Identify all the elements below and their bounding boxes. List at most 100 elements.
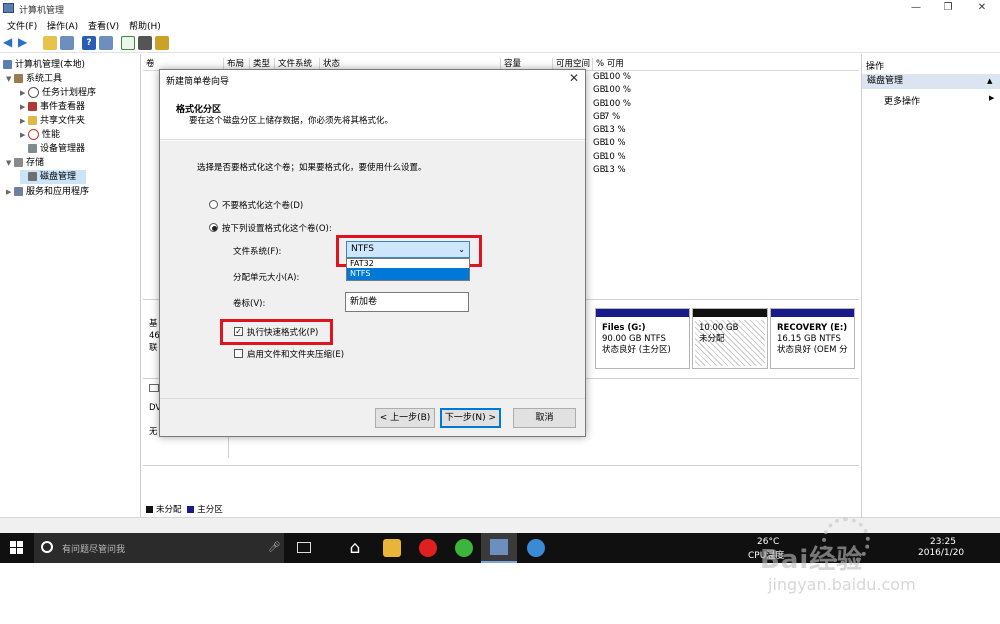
col-percent-free[interactable]: % 可用 xyxy=(593,58,859,71)
baidu-watermark: Bai经验 jingyan.baidu.com xyxy=(760,515,960,605)
filesystem-label: 文件系统(F): xyxy=(233,247,282,257)
filesystem-select[interactable]: NTFS ⌄ xyxy=(346,241,470,258)
tree-item-task-scheduler[interactable]: ▶ 任务计划程序 xyxy=(20,86,96,100)
device-manager-icon xyxy=(28,144,37,153)
task-view-icon[interactable] xyxy=(297,542,311,553)
primary-partition-swatch xyxy=(187,506,195,513)
console-tree: 计算机管理(本地) ▼ 系统工具 ▶ 任务计划程序 ▶ 事件查看器 ▶ 共享文件夹 ▶ 性… xyxy=(0,54,141,517)
show-hide-tree-icon[interactable] xyxy=(60,36,74,50)
computer-management-icon xyxy=(3,3,14,13)
window-title: 计算机管理 xyxy=(19,6,65,16)
search-box[interactable]: 有问题尽管问我 🎤︎ xyxy=(34,533,284,563)
option-ntfs[interactable]: NTFS xyxy=(347,268,469,280)
watermark-brand: Bai经验 xyxy=(760,545,864,575)
menu-view[interactable]: 查看(V) xyxy=(88,19,119,32)
microphone-icon[interactable]: 🎤︎ xyxy=(268,542,281,553)
wizard-footer: < 上一步(B) 下一步(N) > 取消 xyxy=(160,398,585,436)
compression-checkbox[interactable] xyxy=(234,349,243,358)
tree-item-shared-folders[interactable]: ▶ 共享文件夹 xyxy=(20,114,85,128)
computer-management-taskbar-button[interactable] xyxy=(481,533,517,563)
windows-start-icon[interactable] xyxy=(10,541,24,555)
tree-item-computer-management[interactable]: 计算机管理(本地) xyxy=(3,58,85,72)
disk-management-icon xyxy=(28,172,37,181)
partition-unallocated[interactable]: 10.00 GB 未分配 xyxy=(692,308,768,369)
wizard-prompt: 选择是否要格式化这个卷；如果要格式化，要使用什么设置。 xyxy=(197,163,427,173)
tools-icon xyxy=(14,74,23,83)
back-button[interactable]: < 上一步(B) xyxy=(375,408,435,428)
tree-item-performance[interactable]: ▶ 性能 xyxy=(20,128,60,142)
partition-files-g[interactable]: Files (G:) 90.00 GB NTFS 状态良好 (主分区) xyxy=(595,308,690,369)
quick-format-label[interactable]: 执行快速格式化(P) xyxy=(247,326,318,338)
performance-icon xyxy=(28,129,39,140)
radio-no-format-label[interactable]: 不要格式化这个卷(D) xyxy=(222,199,303,211)
netease-music-icon[interactable] xyxy=(419,539,437,557)
event-viewer-icon xyxy=(28,102,37,111)
close-button[interactable]: ✕ xyxy=(968,0,996,17)
watermark-url: jingyan.baidu.com xyxy=(768,575,916,594)
minimize-button[interactable]: — xyxy=(902,0,930,17)
volume-label-label: 卷标(V): xyxy=(233,299,266,309)
more-actions[interactable]: 更多操作 xyxy=(884,94,920,107)
tree-item-services-apps[interactable]: ▶ 服务和应用程序 xyxy=(6,185,89,199)
folder-up-icon[interactable] xyxy=(43,36,57,50)
computer-management-app-icon xyxy=(490,539,508,555)
menu-help[interactable]: 帮助(H) xyxy=(129,19,161,32)
legend: 未分配 主分区 xyxy=(143,503,859,517)
compression-label[interactable]: 启用文件和文件夹压缩(E) xyxy=(247,348,344,360)
tree-item-event-viewer[interactable]: ▶ 事件查看器 xyxy=(20,100,85,114)
wizard-subheading: 要在这个磁盘分区上储存数据，你必须先将其格式化。 xyxy=(189,116,394,126)
collapse-icon[interactable]: ▲ xyxy=(987,74,992,89)
radio-format-label[interactable]: 按下列设置格式化这个卷(O): xyxy=(222,222,332,234)
search-placeholder: 有问题尽管问我 xyxy=(62,545,126,555)
clock-icon xyxy=(28,87,39,98)
wizard-header: 格式化分区 要在这个磁盘分区上储存数据，你必须先将其格式化。 xyxy=(160,92,585,140)
menu-action[interactable]: 操作(A) xyxy=(47,19,78,32)
back-icon[interactable]: ◀ xyxy=(3,36,17,50)
app-icon[interactable] xyxy=(527,539,545,557)
cortana-icon xyxy=(41,541,53,553)
tree-item-device-manager[interactable]: 设备管理器 xyxy=(20,142,85,156)
cdrom-icon xyxy=(149,384,159,392)
file-explorer-icon[interactable] xyxy=(383,539,401,557)
wizard-body: 选择是否要格式化这个卷；如果要格式化，要使用什么设置。 不要格式化这个卷(D) … xyxy=(160,141,585,398)
new-simple-volume-wizard: 新建简单卷向导 ✕ 格式化分区 要在这个磁盘分区上储存数据，你必须先将其格式化。… xyxy=(159,69,586,437)
actions-pane: 操作 磁盘管理 ▲ 更多操作 ▶ xyxy=(861,54,1000,517)
chevron-right-icon: ▶ xyxy=(989,94,995,102)
unallocated-swatch xyxy=(146,506,153,513)
chevron-down-icon: ⌄ xyxy=(458,245,465,254)
filesystem-dropdown[interactable]: FAT32 NTFS xyxy=(346,258,470,281)
forward-icon[interactable]: ▶ xyxy=(18,36,32,50)
partition-recovery-e[interactable]: RECOVERY (E:) 16.15 GB NTFS 状态良好 (OEM 分 xyxy=(770,308,855,369)
disk-tools-icon[interactable] xyxy=(155,36,169,50)
toolbar: ◀ ▶ ? xyxy=(0,33,1000,53)
option-fat32[interactable]: FAT32 xyxy=(347,259,469,268)
shared-folder-icon xyxy=(28,116,37,125)
quick-format-checkbox[interactable]: ✓ xyxy=(234,327,243,336)
menu-file[interactable]: 文件(F) xyxy=(7,19,37,32)
cancel-button[interactable]: 取消 xyxy=(513,408,576,428)
tree-item-storage[interactable]: ▼ 存储 xyxy=(6,156,44,170)
next-button[interactable]: 下一步(N) > xyxy=(440,408,501,428)
services-icon xyxy=(14,187,23,196)
menu-bar: 文件(F) 操作(A) 查看(V) 帮助(H) xyxy=(0,17,1000,33)
tree-item-disk-management[interactable]: 磁盘管理 xyxy=(20,170,86,184)
volume-label-input[interactable]: 新加卷 xyxy=(345,292,469,312)
actions-section-disk-management[interactable]: 磁盘管理 xyxy=(862,74,1000,89)
allocation-unit-label: 分配单元大小(A): xyxy=(233,273,300,283)
title-bar: 计算机管理 — ❐ ✕ xyxy=(0,0,1000,17)
help-icon[interactable]: ? xyxy=(82,36,96,50)
refresh-icon[interactable] xyxy=(121,36,135,50)
properties-icon[interactable] xyxy=(138,36,152,50)
tree-item-system-tools[interactable]: ▼ 系统工具 xyxy=(6,72,62,86)
radio-no-format[interactable] xyxy=(209,200,218,209)
computer-icon xyxy=(3,60,12,69)
browser-360-icon[interactable] xyxy=(455,539,473,557)
radio-format[interactable] xyxy=(209,223,218,232)
storage-icon xyxy=(14,158,23,167)
maximize-button[interactable]: ❐ xyxy=(934,0,962,17)
dialog-close-icon[interactable]: ✕ xyxy=(569,71,579,85)
actions-header: 操作 xyxy=(866,62,885,72)
home-icon[interactable]: ⌂ xyxy=(346,539,364,557)
console-icon[interactable] xyxy=(99,36,113,50)
dialog-title: 新建简单卷向导 xyxy=(166,77,230,87)
